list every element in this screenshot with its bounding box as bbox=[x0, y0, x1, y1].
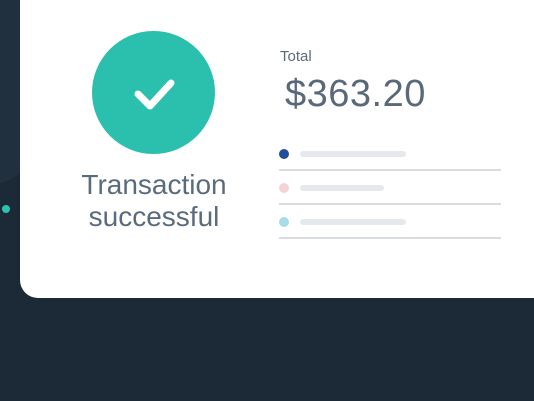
summary-dot bbox=[279, 217, 289, 227]
total-amount: $363.20 bbox=[285, 73, 426, 115]
total-label: Total bbox=[280, 48, 312, 65]
summary-dot bbox=[279, 183, 289, 193]
summary-placeholder-bar bbox=[300, 151, 406, 157]
summary-row bbox=[279, 137, 501, 171]
status-line-1: Transaction bbox=[81, 169, 227, 200]
summary-row bbox=[279, 171, 501, 205]
transaction-card: Transaction successful Total $363.20 bbox=[20, 0, 534, 298]
summary-row bbox=[279, 205, 501, 239]
summary-placeholder-bar bbox=[300, 219, 406, 225]
summary-placeholder-bar bbox=[300, 185, 384, 191]
status-line-2: successful bbox=[88, 201, 220, 232]
summary-dot bbox=[279, 149, 289, 159]
success-badge bbox=[92, 31, 215, 154]
decorative-dot bbox=[2, 205, 10, 213]
transaction-status: Transaction successful bbox=[54, 169, 254, 233]
check-icon bbox=[134, 79, 174, 109]
summary-list bbox=[279, 137, 501, 239]
